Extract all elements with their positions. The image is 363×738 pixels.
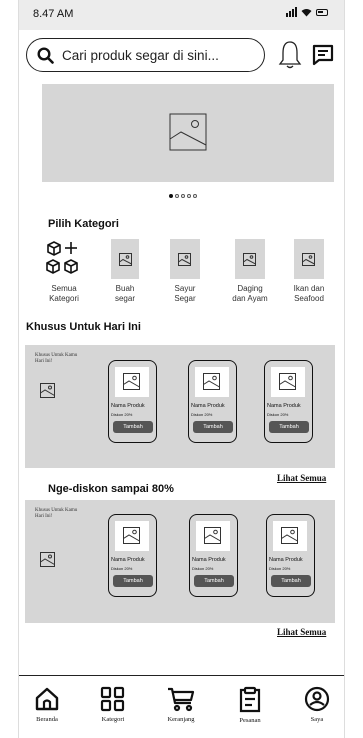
bottom-navigation: Beranda Kategori Keranjang Pesanan Saya (19, 675, 344, 738)
status-bar: 8.47 AM (19, 0, 344, 30)
promo-banner-text: Khusus Untuk Kamu Hari Ini! (35, 353, 78, 364)
image-icon (302, 253, 315, 266)
image-icon (281, 527, 298, 544)
carousel-dot[interactable] (169, 194, 173, 198)
add-to-cart-button[interactable]: Tambah (271, 575, 311, 587)
grid-icon (100, 686, 125, 712)
add-to-cart-button[interactable]: Tambah (113, 575, 153, 587)
product-name: Nama Produk (269, 557, 303, 563)
today-special-title: Khusus Untuk Hari Ini (26, 321, 141, 333)
nav-item-home[interactable]: Beranda (19, 686, 75, 723)
status-time: 8.47 AM (33, 8, 74, 20)
chat-icon[interactable] (311, 43, 335, 67)
product-discount: Diskon 20% (267, 412, 289, 417)
user-icon (304, 686, 330, 712)
add-to-cart-button[interactable]: Tambah (113, 421, 153, 433)
category-label: Daging (237, 284, 263, 293)
product-discount: Diskon 20% (192, 566, 214, 571)
category-label: Sayur (174, 284, 196, 293)
image-icon (119, 253, 132, 266)
category-label: dan Ayam (232, 294, 268, 303)
category-label: Semua (51, 284, 77, 293)
carousel-indicator[interactable] (169, 194, 197, 198)
nav-label: Beranda (36, 716, 58, 723)
image-icon (123, 373, 140, 390)
category-label: segar (114, 294, 135, 303)
category-label: Kategori (49, 294, 79, 303)
carousel-dot[interactable] (187, 194, 191, 198)
see-all-link[interactable]: Lihat Semua (277, 627, 326, 637)
nav-label: Saya (310, 716, 324, 723)
product-name: Nama Produk (191, 403, 225, 409)
bell-icon[interactable] (278, 40, 302, 70)
promo-banner[interactable] (42, 84, 334, 182)
today-special-panel: Khusus Untuk Kamu Hari Ini! Nama Produk … (25, 345, 335, 468)
wifi-icon (301, 8, 312, 16)
signal-icon (286, 7, 297, 17)
battery-icon (316, 8, 328, 16)
category-label: Buah (115, 284, 135, 293)
search-bar[interactable]: Cari produk segar di sini... (26, 38, 265, 72)
image-icon (203, 373, 220, 390)
status-icons (286, 7, 328, 17)
product-name: Nama Produk (111, 557, 145, 563)
discount-panel: Khusus Untuk Kamu Hari Ini! Nama Produk … (25, 500, 335, 623)
image-icon (204, 527, 221, 544)
add-to-cart-button[interactable]: Tambah (269, 421, 309, 433)
image-icon (40, 552, 55, 567)
category-label: Segar (174, 294, 196, 303)
product-name: Nama Produk (111, 403, 145, 409)
promo-banner-text: Khusus Untuk Kamu Hari Ini! (35, 508, 78, 519)
product-discount: Diskon 20% (111, 412, 133, 417)
product-card[interactable]: Nama Produk Diskon 20% Tambah (108, 360, 157, 443)
product-card[interactable]: Nama Produk Diskon 20% Tambah (189, 514, 238, 597)
add-to-cart-button[interactable]: Tambah (193, 421, 233, 433)
category-grid-add-icon (46, 241, 78, 274)
category-item-fruit[interactable]: Buah segar (100, 239, 150, 304)
nav-item-profile[interactable]: Saya (289, 686, 344, 723)
product-card[interactable]: Nama Produk Diskon 20% Tambah (108, 514, 157, 597)
product-name: Nama Produk (192, 557, 226, 563)
clipboard-icon (239, 686, 261, 713)
category-label: Seafood (294, 294, 324, 303)
nav-label: Kategori (101, 716, 125, 723)
app-screen: 8.47 AM Cari produk segar di sini... Pil… (18, 0, 345, 738)
image-icon (178, 253, 191, 266)
product-discount: Diskon 20% (191, 412, 213, 417)
nav-item-orders[interactable]: Pesanan (222, 686, 278, 724)
image-icon (243, 253, 256, 266)
search-input[interactable]: Cari produk segar di sini... (62, 48, 219, 63)
carousel-dot[interactable] (175, 194, 179, 198)
image-icon (169, 113, 207, 151)
discount-section-title: Nge-diskon sampai 80% (48, 483, 174, 495)
category-label: Ikan dan (293, 284, 325, 293)
search-icon (37, 46, 54, 64)
product-card[interactable]: Nama Produk Diskon 20% Tambah (266, 514, 315, 597)
product-discount: Diskon 20% (111, 566, 133, 571)
category-item-meat[interactable]: Daging dan Ayam (222, 239, 278, 304)
image-icon (123, 527, 140, 544)
image-icon (40, 383, 55, 398)
product-card[interactable]: Nama Produk Diskon 20% Tambah (264, 360, 313, 443)
carousel-dot[interactable] (181, 194, 185, 198)
cart-icon (168, 687, 195, 712)
category-item-seafood[interactable]: Ikan dan Seafood (284, 239, 334, 304)
category-section-title: Pilih Kategori (48, 218, 119, 230)
category-item-vegetable[interactable]: Sayur Segar (160, 239, 210, 304)
image-icon (279, 373, 296, 390)
nav-item-category[interactable]: Kategori (85, 686, 141, 723)
add-to-cart-button[interactable]: Tambah (194, 575, 234, 587)
category-list: Semua Kategori Buah segar Sayur Segar Da… (39, 239, 339, 309)
product-name: Nama Produk (267, 403, 301, 409)
nav-item-cart[interactable]: Keranjang (153, 686, 209, 723)
see-all-link[interactable]: Lihat Semua (277, 473, 326, 483)
product-discount: Diskon 20% (269, 566, 291, 571)
nav-label: Keranjang (167, 716, 195, 723)
product-card[interactable]: Nama Produk Diskon 20% Tambah (188, 360, 237, 443)
nav-label: Pesanan (239, 717, 261, 724)
home-icon (35, 687, 59, 711)
category-item-all[interactable]: Semua Kategori (39, 239, 89, 304)
carousel-dot[interactable] (193, 194, 197, 198)
